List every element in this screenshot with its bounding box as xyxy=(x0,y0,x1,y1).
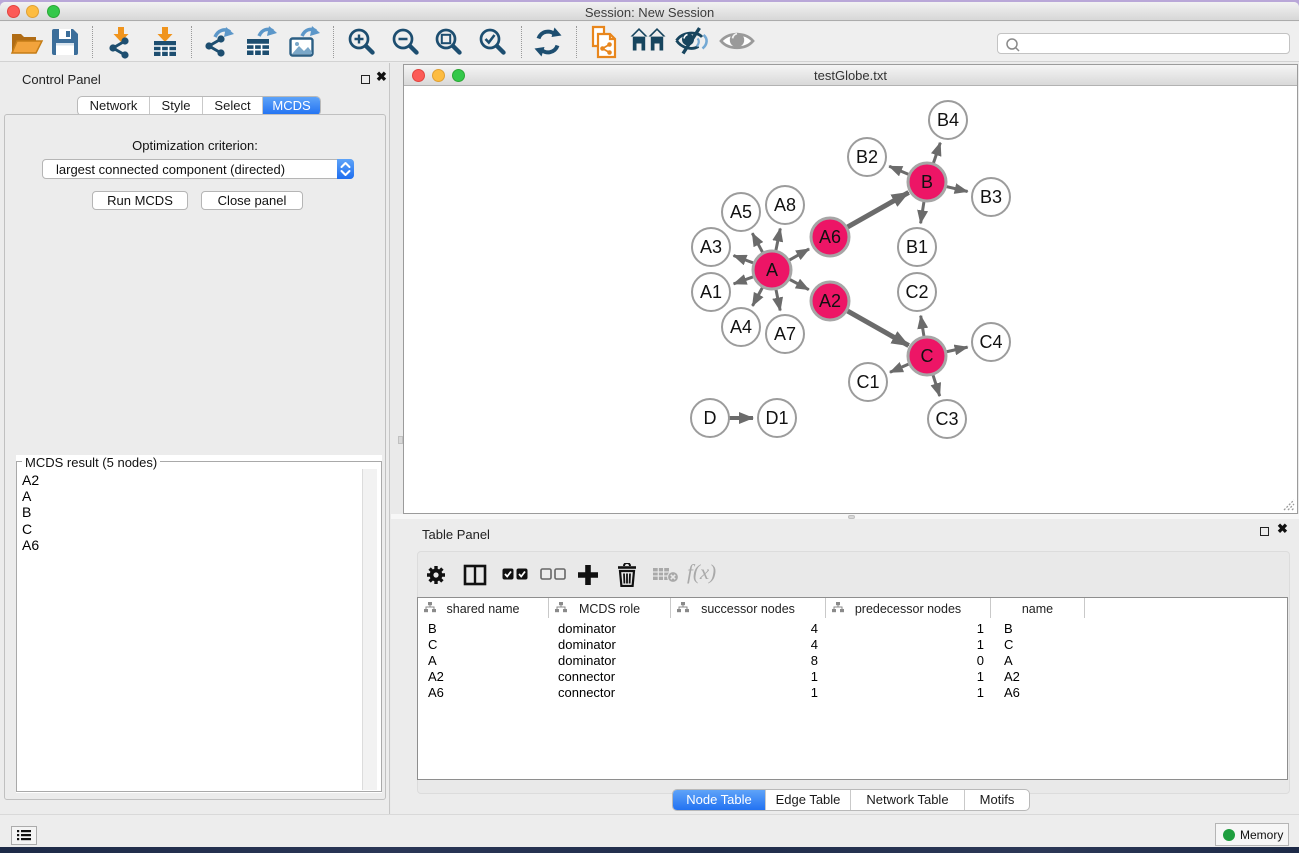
svg-text:D: D xyxy=(704,408,717,428)
svg-text:B2: B2 xyxy=(856,147,878,167)
svg-text:A3: A3 xyxy=(700,237,722,257)
svg-text:C: C xyxy=(921,346,934,366)
svg-text:C1: C1 xyxy=(856,372,879,392)
svg-text:A4: A4 xyxy=(730,317,752,337)
svg-text:C3: C3 xyxy=(935,409,958,429)
svg-text:C2: C2 xyxy=(905,282,928,302)
svg-text:D1: D1 xyxy=(765,408,788,428)
svg-text:A6: A6 xyxy=(819,227,841,247)
svg-text:A5: A5 xyxy=(730,202,752,222)
svg-text:A8: A8 xyxy=(774,195,796,215)
svg-text:B4: B4 xyxy=(937,110,959,130)
svg-text:A: A xyxy=(766,260,778,280)
svg-text:A1: A1 xyxy=(700,282,722,302)
svg-text:B3: B3 xyxy=(980,187,1002,207)
svg-text:A7: A7 xyxy=(774,324,796,344)
svg-text:A2: A2 xyxy=(819,291,841,311)
svg-text:B1: B1 xyxy=(906,237,928,257)
svg-text:C4: C4 xyxy=(979,332,1002,352)
svg-text:B: B xyxy=(921,172,933,192)
